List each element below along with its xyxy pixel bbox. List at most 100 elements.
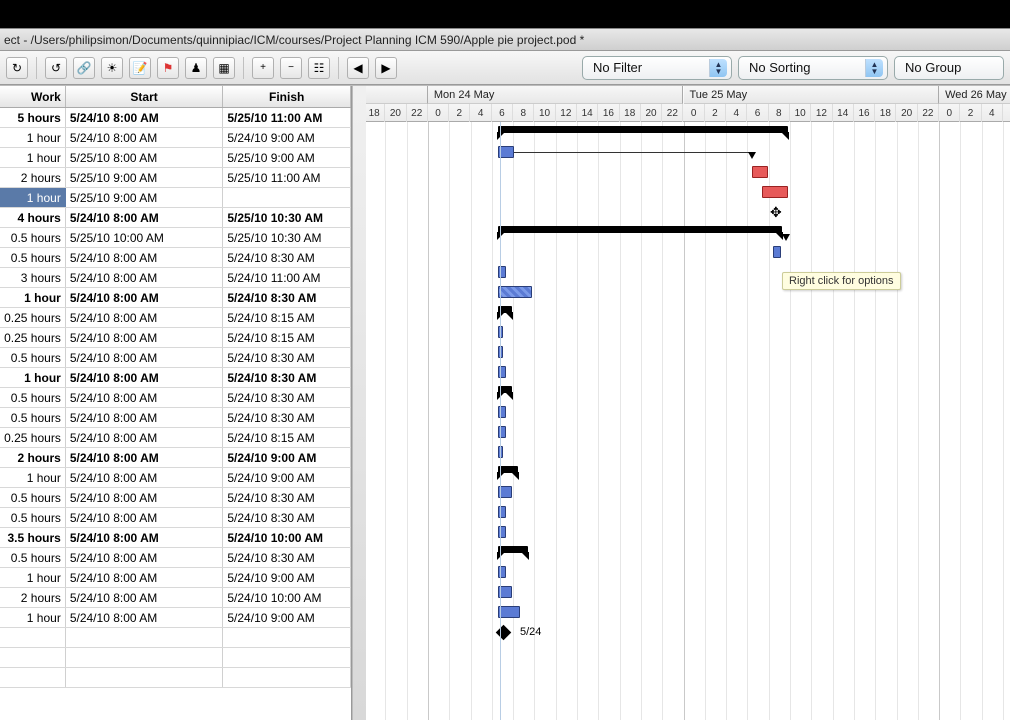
- cell-work: 3.5 hours: [0, 528, 66, 547]
- dependency-arrow-icon: [748, 152, 756, 159]
- table-row[interactable]: 0.25 hours5/24/10 8:00 AM5/24/10 8:15 AM: [0, 308, 351, 328]
- hour-header: 8: [513, 104, 534, 122]
- table-row[interactable]: [0, 648, 351, 668]
- task-bar[interactable]: [498, 286, 532, 298]
- table-row[interactable]: 0.5 hours5/24/10 8:00 AM5/24/10 8:30 AM: [0, 348, 351, 368]
- table-row[interactable]: 0.5 hours5/24/10 8:00 AM5/24/10 8:30 AM: [0, 388, 351, 408]
- gantt-chart[interactable]: Mon 24 MayTue 25 MayWed 26 May1820220246…: [366, 86, 1010, 720]
- cell-work: 2 hours: [0, 448, 66, 467]
- col-header-start[interactable]: Start: [66, 86, 224, 107]
- table-row[interactable]: 2 hours5/24/10 8:00 AM5/24/10 9:00 AM: [0, 448, 351, 468]
- cell-work: 0.5 hours: [0, 348, 66, 367]
- filter-value: No Filter: [593, 60, 642, 75]
- hour-header: 2: [705, 104, 726, 122]
- cell-start: 5/25/10 9:00 AM: [66, 168, 224, 187]
- summary-bar[interactable]: [498, 546, 528, 553]
- group-dropdown[interactable]: No Group: [894, 56, 1004, 80]
- resize-cursor-icon: ✥: [770, 204, 782, 221]
- table-row[interactable]: 0.5 hours5/25/10 10:00 AM5/25/10 10:30 A…: [0, 228, 351, 248]
- cell-finish: 5/24/10 8:30 AM: [223, 248, 351, 267]
- note-icon[interactable]: 📝: [129, 57, 151, 79]
- hour-header: 22: [918, 104, 939, 122]
- flag-icon[interactable]: ⚑: [157, 57, 179, 79]
- task-bar[interactable]: [773, 246, 781, 258]
- table-row[interactable]: 4 hours5/24/10 8:00 AM5/25/10 10:30 AM: [0, 208, 351, 228]
- table-row[interactable]: [0, 668, 351, 688]
- cell-work: [0, 648, 66, 667]
- task-bar[interactable]: [498, 606, 520, 618]
- summary-bar[interactable]: [498, 466, 518, 473]
- cell-finish: 5/24/10 8:30 AM: [223, 348, 351, 367]
- table-row[interactable]: 0.5 hours5/24/10 8:00 AM5/24/10 8:30 AM: [0, 408, 351, 428]
- cell-work: 0.5 hours: [0, 548, 66, 567]
- link-icon[interactable]: 🔗: [73, 57, 95, 79]
- table-row[interactable]: 1 hour5/24/10 8:00 AM5/24/10 8:30 AM: [0, 368, 351, 388]
- cell-start: [66, 668, 224, 687]
- cell-work: 0.25 hours: [0, 328, 66, 347]
- reload-icon[interactable]: ↺: [45, 57, 67, 79]
- zoom-in-icon[interactable]: +: [252, 57, 274, 79]
- table-row[interactable]: 1 hour5/24/10 8:00 AM5/24/10 9:00 AM: [0, 608, 351, 628]
- col-header-work[interactable]: Work: [0, 86, 66, 107]
- hour-header: 16: [854, 104, 875, 122]
- table-row[interactable]: 3.5 hours5/24/10 8:00 AM5/24/10 10:00 AM: [0, 528, 351, 548]
- hour-header: 20: [385, 104, 406, 122]
- cell-work: 1 hour: [0, 288, 66, 307]
- table-row[interactable]: 2 hours5/24/10 8:00 AM5/24/10 10:00 AM: [0, 588, 351, 608]
- cell-start: 5/24/10 8:00 AM: [66, 568, 224, 587]
- hour-header: 6: [747, 104, 768, 122]
- table-row[interactable]: 0.25 hours5/24/10 8:00 AM5/24/10 8:15 AM: [0, 428, 351, 448]
- table-row[interactable]: 1 hour5/24/10 8:00 AM5/24/10 9:00 AM: [0, 568, 351, 588]
- sort-dropdown[interactable]: No Sorting ▲▼: [738, 56, 888, 80]
- table-row[interactable]: 0.25 hours5/24/10 8:00 AM5/24/10 8:15 AM: [0, 328, 351, 348]
- table-row[interactable]: 3 hours5/24/10 8:00 AM5/24/10 11:00 AM: [0, 268, 351, 288]
- cell-finish: 5/24/10 8:15 AM: [223, 328, 351, 347]
- prev-icon[interactable]: ◀: [347, 57, 369, 79]
- highlight-icon[interactable]: ☀: [101, 57, 123, 79]
- filter-dropdown[interactable]: No Filter ▲▼: [582, 56, 732, 80]
- table-row[interactable]: 0.5 hours5/24/10 8:00 AM5/24/10 8:30 AM: [0, 548, 351, 568]
- table-row[interactable]: 1 hour5/25/10 8:00 AM5/25/10 9:00 AM: [0, 148, 351, 168]
- table-row[interactable]: 1 hour5/24/10 8:00 AM5/24/10 9:00 AM: [0, 468, 351, 488]
- table-row[interactable]: 2 hours5/25/10 9:00 AM5/25/10 11:00 AM: [0, 168, 351, 188]
- cell-finish: 5/24/10 9:00 AM: [223, 608, 351, 627]
- hour-header: 20: [641, 104, 662, 122]
- summary-bar[interactable]: [498, 226, 782, 233]
- refresh-icon[interactable]: ↻: [6, 57, 28, 79]
- cell-start: 5/25/10 8:00 AM: [66, 148, 224, 167]
- cell-start: [66, 648, 224, 667]
- table-row[interactable]: 1 hour5/24/10 8:00 AM5/24/10 9:00 AM: [0, 128, 351, 148]
- cell-work: 0.25 hours: [0, 428, 66, 447]
- zoom-out-icon[interactable]: −: [280, 57, 302, 79]
- table-row[interactable]: 1 hour5/24/10 8:00 AM5/24/10 8:30 AM: [0, 288, 351, 308]
- next-icon[interactable]: ▶: [375, 57, 397, 79]
- cell-finish: 5/24/10 9:00 AM: [223, 468, 351, 487]
- cell-work: 0.5 hours: [0, 228, 66, 247]
- table-row[interactable]: 0.5 hours5/24/10 8:00 AM5/24/10 8:30 AM: [0, 248, 351, 268]
- cell-start: 5/24/10 8:00 AM: [66, 588, 224, 607]
- vertical-scrollbar[interactable]: [352, 86, 366, 720]
- cell-finish: 5/24/10 9:00 AM: [223, 568, 351, 587]
- task-bar[interactable]: [762, 186, 788, 198]
- cell-finish: 5/24/10 10:00 AM: [223, 588, 351, 607]
- summary-bar[interactable]: [498, 126, 788, 133]
- table-row[interactable]: 1 hour5/25/10 9:00 AM: [0, 188, 351, 208]
- cell-start: 5/24/10 8:00 AM: [66, 328, 224, 347]
- fit-icon[interactable]: ☷: [308, 57, 330, 79]
- resource-icon[interactable]: ♟: [185, 57, 207, 79]
- table-row[interactable]: [0, 628, 351, 648]
- col-header-finish[interactable]: Finish: [223, 86, 351, 107]
- hour-header: 0: [428, 104, 449, 122]
- table-row[interactable]: 0.5 hours5/24/10 8:00 AM5/24/10 8:30 AM: [0, 508, 351, 528]
- milestone-marker[interactable]: [496, 625, 512, 641]
- calendar-icon[interactable]: ▦: [213, 57, 235, 79]
- task-bar[interactable]: [752, 166, 768, 178]
- toolbar: ↻ ↺ 🔗 ☀ 📝 ⚑ ♟ ▦ + − ☷ ◀ ▶ No Filter ▲▼ N…: [0, 51, 1010, 85]
- cell-finish: 5/24/10 8:15 AM: [223, 428, 351, 447]
- cell-finish: 5/25/10 9:00 AM: [223, 148, 351, 167]
- table-row[interactable]: 5 hours5/24/10 8:00 AM5/25/10 11:00 AM: [0, 108, 351, 128]
- hour-header: 4: [726, 104, 747, 122]
- table-row[interactable]: 0.5 hours5/24/10 8:00 AM5/24/10 8:30 AM: [0, 488, 351, 508]
- context-tooltip: Right click for options: [782, 272, 901, 290]
- cell-start: 5/24/10 8:00 AM: [66, 308, 224, 327]
